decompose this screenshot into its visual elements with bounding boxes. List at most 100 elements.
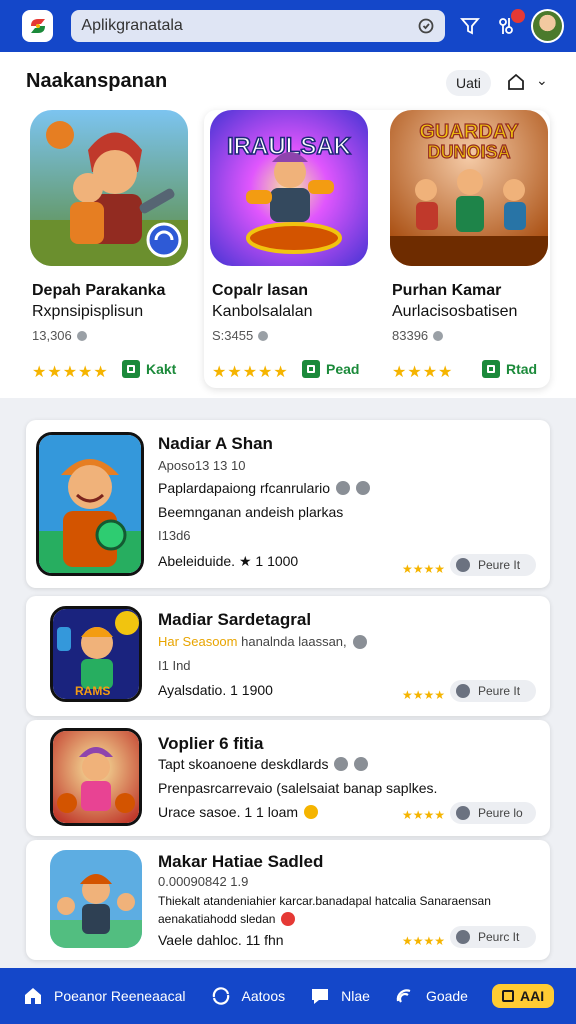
chat-icon [336,481,350,495]
home-icon[interactable] [506,72,526,92]
featured-app-subtitle: Rxpnsipisplisun [32,303,144,320]
chat-icon [334,757,349,771]
app-availability: Vaele dahloc. 11 fhn [158,932,284,948]
nav-cta-button[interactable]: AAI [491,984,555,1008]
featured-app-meta: 83396 [392,328,444,343]
share-icon [352,634,367,649]
app-list-item[interactable]: RAMS Madiar Sardetagral Har Seasoom hana… [26,596,550,716]
box-icon [501,990,514,1002]
info-icon [258,330,269,341]
get-button-label: Peure lo [478,806,523,820]
bottom-navigation: Poeanor Reeneaacal Aatoos Nlae Goade AAI [0,968,576,1024]
play-icon [456,806,470,820]
install-icon [302,360,320,378]
info-icon [433,330,444,341]
app-icon-artwork [36,432,144,576]
install-icon [482,360,500,378]
app-list-item[interactable]: Voplier 6 fitia Tapt skoanoene deskdlard… [26,720,550,836]
app-icon-artwork [50,850,142,948]
search-input[interactable] [81,17,417,35]
download-count: 83396 [392,328,429,343]
featured-card[interactable]: IRAULSAK Copalr lasan Kanbolsalalan S:34… [210,110,380,388]
notification-badge [510,9,525,23]
featured-app-subtitle: Kanbolsalalan [212,303,313,320]
install-button-label: Rtad [506,361,538,377]
section-more-chevron-icon[interactable]: ⌄ [536,72,548,89]
install-button[interactable]: Rtad [482,360,537,378]
download-count: S:3455 [212,328,254,343]
app-description: Thiekalt atandeniahier karcar.banadapal … [158,894,491,908]
app-availability: Abeleiduide. ★ 1 1000 [158,553,299,569]
artwork-label: RAMS [75,684,110,698]
app-list-item[interactable]: Nadiar A Shan Aposo13 13 10 Paplardapaio… [26,420,550,588]
featured-app-subtitle: Aurlacisosbatisen [392,303,518,320]
install-icon [122,360,140,378]
rating-stars: ★★★★ [402,688,446,702]
app-description-cont: aenakatiahodd sledan [158,912,296,926]
get-button[interactable]: Peure lo [450,802,536,824]
nav-messages[interactable]: Nlae [309,985,370,1007]
featured-app-artwork: IRAULSAK [210,110,368,266]
featured-app-title: Copalr lasan [212,282,309,299]
notifications-icon[interactable] [495,9,525,37]
install-button-label: Pead [326,361,360,377]
install-button[interactable]: Kakt [122,360,176,378]
nav-games-label: Goade [425,988,468,1004]
artwork-title-line2: DUNOISA [427,142,510,162]
featured-app-artwork [30,110,188,266]
nav-apps-label: Aatoos [241,988,286,1004]
emoji-icon [281,912,296,926]
rating-stars: ★★★★ [402,808,446,822]
top-app-bar [0,0,576,52]
app-availability-text: Urace sasoe. 1 1 loam [158,804,299,820]
app-logo[interactable] [22,10,54,42]
featured-app-meta: 13,306 [32,328,87,343]
rating-stars: ★★★★ [402,934,446,948]
nav-home[interactable]: Poeanor Reeneaacal [22,985,186,1007]
app-size: I13d6 [158,528,191,543]
featured-section: Naakanspanan Uati ⌄ Depah Parakanka Rxpn… [0,52,576,398]
store-logo-icon [30,19,45,33]
nav-apps[interactable]: Aatoos [210,985,286,1007]
get-button[interactable]: Peure It [450,554,536,576]
search-icon[interactable] [417,17,435,35]
home-icon [25,988,41,1004]
app-category-text: hanalnda laassan, [241,634,347,649]
share-icon [354,757,369,771]
rating-stars: ★★★★★ [32,364,109,381]
play-icon [456,558,470,572]
featured-card[interactable]: Depah Parakanka Rxpnsipisplisun 13,306 ★… [30,110,200,388]
rating-stars: ★★★★ [402,562,446,576]
get-button-label: Peure It [478,558,521,572]
app-description-cont-text: aenakatiahodd sledan [158,912,276,926]
install-button[interactable]: Pead [302,360,359,378]
app-availability: Ayalsdatio. 1 1900 [158,682,273,698]
share-icon [356,481,370,495]
search-bar[interactable] [71,10,445,42]
rating-stars: ★★★★★ [212,364,289,381]
app-version: 0.00090842 1.9 [158,874,249,889]
refresh-icon [212,987,229,1005]
app-category: Har Seasoom hanalnda laassan, [158,634,367,649]
app-description: Prenpasrcarrevaio (salelsaiat banap sapl… [158,780,438,796]
play-icon [456,930,470,944]
section-filter-pill[interactable]: Uati [446,70,491,96]
section-title: Naakanspanan [26,70,168,92]
rating-stars: ★★★★ [392,364,454,381]
featured-app-title: Purhan Kamar [392,282,502,299]
app-list-item[interactable]: Makar Hatiae Sadled 0.00090842 1.9 Thiek… [26,840,550,960]
app-availability: Urace sasoe. 1 1 loam [158,804,319,820]
app-version: Aposo13 13 10 [158,458,246,473]
user-avatar[interactable] [530,9,564,43]
download-count: 13,306 [32,328,72,343]
app-category: Tapt skoanoene deskdlards [158,756,369,772]
app-title: Nadiar A Shan [158,434,273,453]
nav-games[interactable]: Goade [394,985,468,1007]
chat-bubble-icon [312,989,329,1004]
filter-icon[interactable] [459,15,481,37]
nav-home-label: Poeanor Reeneaacal [54,988,186,1004]
info-icon [76,330,87,341]
featured-card[interactable]: GUARDAY DUNOISA Purhan Kamar Aurlacisosb… [390,110,560,388]
get-button[interactable]: Peurc It [450,926,536,948]
get-button[interactable]: Peure It [450,680,536,702]
